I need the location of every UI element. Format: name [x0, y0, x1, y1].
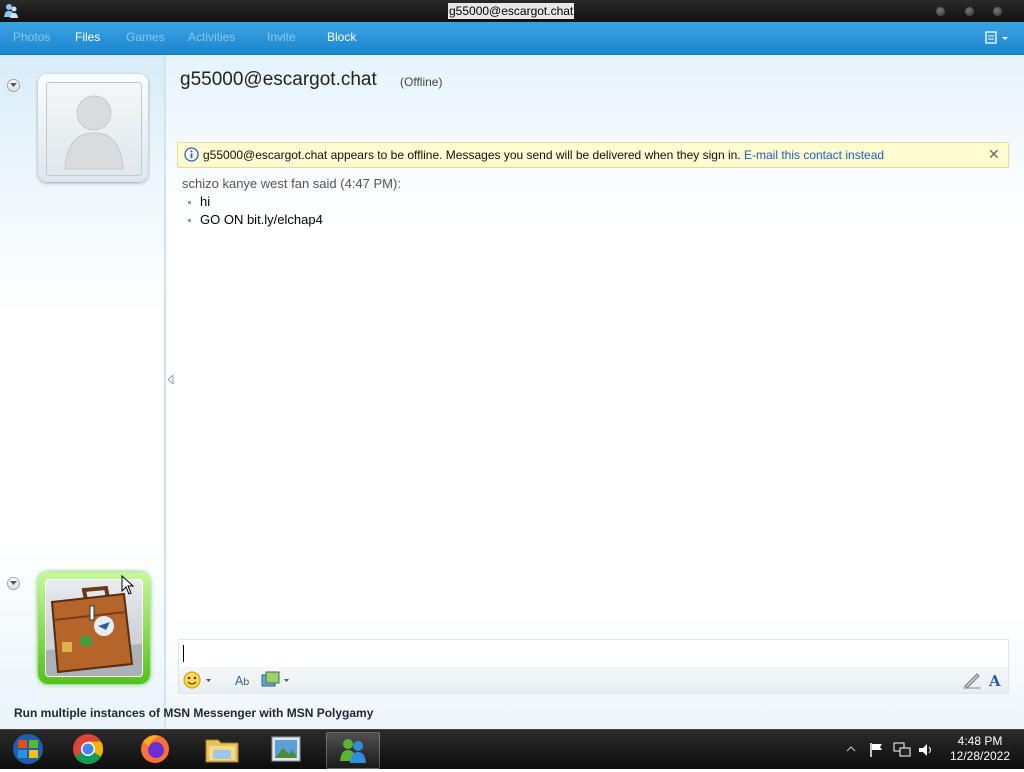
taskbar-file-explorer[interactable] [196, 732, 248, 767]
message-text: hi [200, 194, 211, 209]
message-line: hi [188, 194, 210, 209]
status-bar-tip[interactable]: Run multiple instances of MSN Messenger … [14, 706, 373, 720]
contact-display-picture[interactable] [38, 74, 148, 182]
image-viewer-icon [271, 736, 301, 762]
clock-date: 12/28/2022 [949, 749, 1011, 763]
taskbar-chrome[interactable] [62, 732, 114, 767]
minimize-button[interactable] [936, 7, 945, 16]
show-hidden-icons-icon[interactable] [846, 745, 856, 753]
dismiss-info-bar-button[interactable]: ✕ [988, 147, 1000, 163]
contact-status: (Offline) [400, 75, 443, 89]
contact-name: g55000@escargot.chat [180, 69, 377, 90]
svg-text:b: b [243, 677, 249, 688]
volume-icon[interactable] [917, 742, 935, 758]
start-orb-icon [13, 734, 43, 764]
message-line: GO ON bit.ly/elchap4 [188, 212, 323, 227]
mouse-pointer-icon [121, 575, 135, 595]
menu-files[interactable]: Files [75, 30, 100, 44]
collapse-my-picture-button[interactable] [7, 577, 20, 590]
chrome-icon [73, 734, 104, 765]
menu-photos[interactable]: Photos [13, 30, 50, 44]
chevron-down-icon [10, 581, 17, 585]
file-explorer-icon [205, 739, 239, 763]
window-title-bar[interactable]: g55000@escargot.chat [0, 0, 1024, 22]
menu-activities[interactable]: Activities [188, 30, 235, 44]
email-contact-link[interactable]: E-mail this contact instead [744, 148, 884, 162]
default-user-avatar-icon [64, 95, 124, 170]
message-bullet [188, 201, 191, 205]
message-sender-header: schizo kanye west fan said (4:47 PM): [182, 176, 401, 191]
taskbar: 4:48 PM 12/28/2022 [0, 729, 1024, 769]
chevron-down-icon [10, 83, 17, 87]
clock-time: 4:48 PM [957, 734, 1003, 748]
offline-info-bar: g55000@escargot.chat appears to be offli… [177, 142, 1009, 168]
close-window-button[interactable] [993, 7, 1002, 16]
conversation-area: g55000@escargot.chat (Offline) g55000@es… [0, 55, 1024, 729]
menu-games[interactable]: Games [126, 30, 165, 44]
send-image-icon[interactable] [261, 671, 291, 689]
show-menu-icon[interactable] [984, 30, 1012, 46]
conversation-menubar: Photos Files Games Activities Invite Blo… [0, 22, 1024, 55]
taskbar-image-viewer[interactable] [260, 732, 312, 767]
svg-text:A: A [988, 672, 1001, 689]
window-title: g55000@escargot.chat [448, 3, 575, 19]
menu-block[interactable]: Block [327, 30, 356, 44]
ink-pen-icon[interactable] [962, 671, 982, 689]
info-icon [184, 147, 199, 162]
text-caret [183, 645, 184, 662]
compose-toolbar: A b A [178, 667, 1009, 694]
maximize-button[interactable] [965, 7, 974, 16]
emoticon-picker-icon[interactable] [183, 671, 213, 689]
taskbar-messenger[interactable] [326, 732, 380, 769]
change-font-icon[interactable]: A [987, 671, 1005, 689]
handwriting-icon[interactable]: A b [235, 671, 253, 689]
network-icon[interactable] [893, 742, 911, 758]
collapse-sidebar-arrow-icon[interactable] [168, 375, 174, 384]
message-bullet [188, 219, 191, 223]
start-button[interactable] [2, 732, 54, 767]
messenger-icon [340, 739, 366, 763]
message-input[interactable] [178, 639, 1009, 669]
collapse-contact-picture-button[interactable] [7, 79, 20, 92]
offline-message-text: g55000@escargot.chat appears to be offli… [203, 148, 741, 162]
message-text: GO ON bit.ly/elchap4 [200, 212, 323, 227]
taskbar-firefox[interactable] [129, 732, 181, 767]
action-center-flag-icon[interactable] [868, 742, 884, 758]
firefox-icon [141, 735, 169, 763]
menu-invite[interactable]: Invite [267, 30, 296, 44]
messenger-app-icon [4, 4, 18, 18]
taskbar-clock[interactable]: 4:48 PM 12/28/2022 [940, 734, 1020, 764]
display-picture-sidebar [0, 55, 166, 729]
offline-message: g55000@escargot.chat appears to be offli… [203, 148, 884, 162]
